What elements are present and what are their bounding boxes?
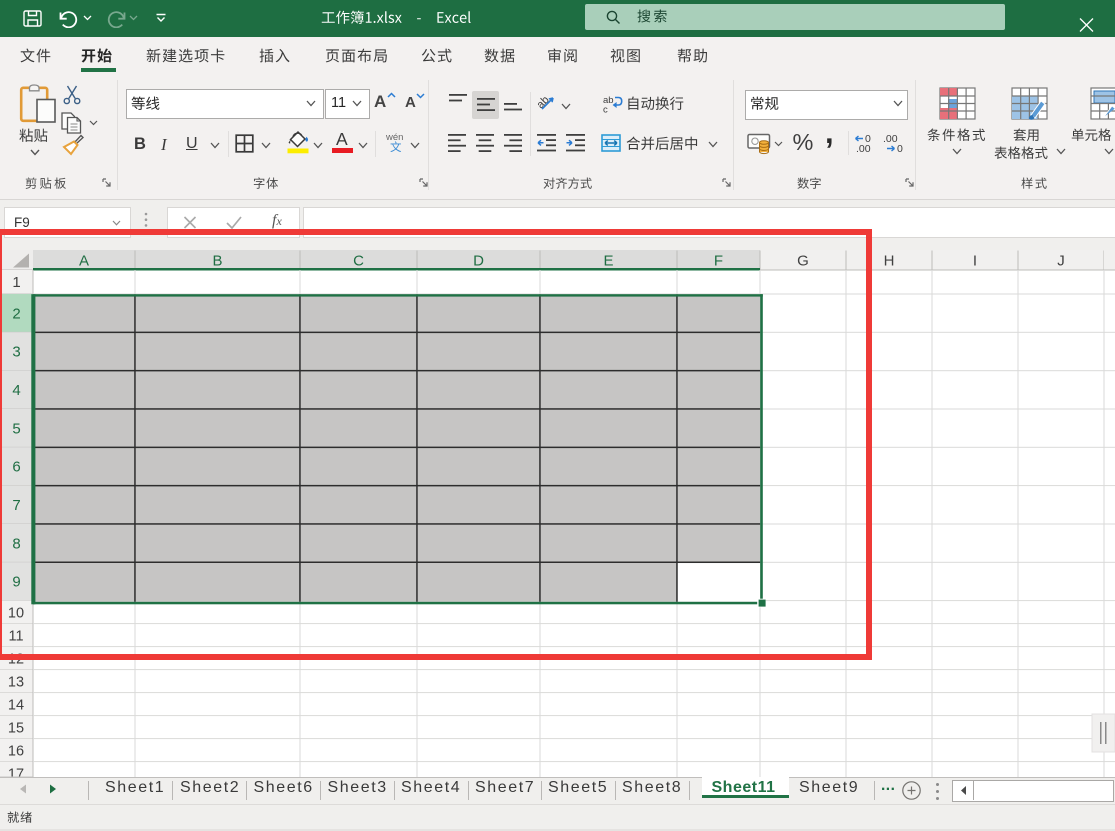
svg-text:15: 15 [8,720,24,736]
svg-text:0: 0 [897,143,903,153]
svg-text:H: H [884,253,895,270]
svg-text:.00: .00 [856,143,871,153]
svg-text:,: , [825,126,834,150]
svg-text:16: 16 [8,743,24,759]
svg-text:I: I [973,253,977,270]
svg-text:13: 13 [8,674,24,690]
svg-text:.00: .00 [883,134,898,145]
svg-text:c: c [603,105,608,115]
svg-text:J: J [1057,253,1065,270]
svg-text:14: 14 [8,697,24,713]
